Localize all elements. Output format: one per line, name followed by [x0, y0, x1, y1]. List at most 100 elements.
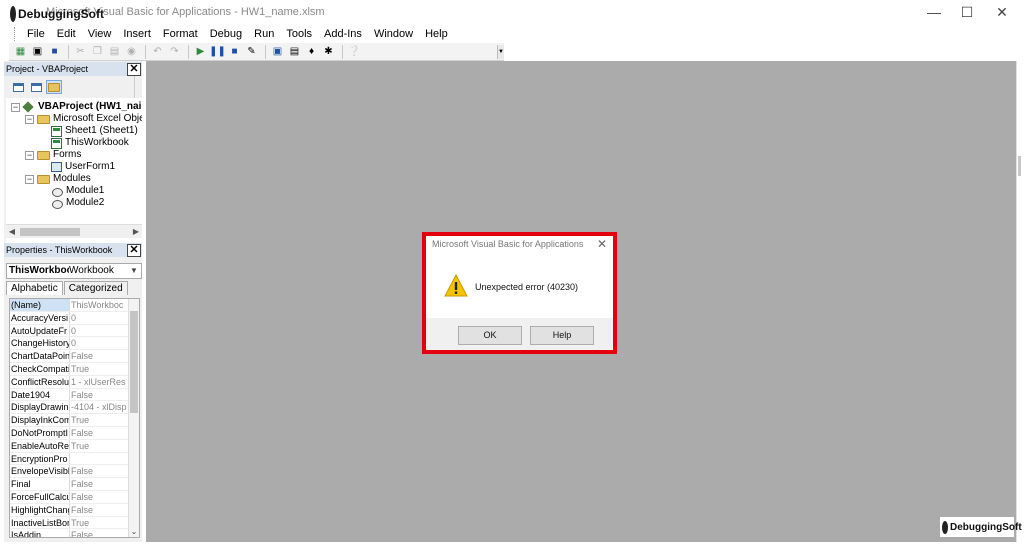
property-row[interactable]: EnableAutoRe True: [10, 439, 128, 453]
property-row[interactable]: Final False: [10, 478, 128, 491]
scroll-right-icon[interactable]: ▶: [131, 227, 141, 237]
property-value[interactable]: 1 - xlUserRes: [70, 376, 128, 388]
insert-userform-icon[interactable]: ▣: [30, 45, 45, 59]
chevron-down-icon[interactable]: ▼: [129, 264, 139, 278]
project-tree-hscrollbar[interactable]: ◀ ▶: [6, 224, 142, 238]
tab-categorized[interactable]: Categorized: [63, 281, 128, 295]
menu-format[interactable]: Format: [157, 28, 204, 40]
property-value[interactable]: 0: [70, 337, 128, 349]
property-row[interactable]: ForceFullCalcul False: [10, 491, 128, 504]
property-value[interactable]: False: [70, 478, 128, 490]
find-icon[interactable]: ◉: [124, 45, 139, 59]
property-row[interactable]: DisplayInkCom True: [10, 414, 128, 427]
scroll-thumb[interactable]: [130, 311, 138, 413]
close-window-button[interactable]: ✕: [984, 0, 1020, 24]
property-row[interactable]: ChartDataPoin False: [10, 350, 128, 363]
collapse-icon[interactable]: −: [25, 114, 34, 124]
property-row[interactable]: AutoUpdateFr 0: [10, 324, 128, 338]
menu-help[interactable]: Help: [419, 28, 454, 40]
scroll-thumb[interactable]: [20, 228, 80, 236]
right-scrollbar[interactable]: [1016, 61, 1024, 542]
design-mode-icon[interactable]: ✎: [244, 45, 259, 59]
menu-tools[interactable]: Tools: [280, 28, 318, 40]
property-row[interactable]: EnvelopeVisibl False: [10, 465, 128, 479]
menu-window[interactable]: Window: [368, 28, 419, 40]
cut-icon[interactable]: ✂: [73, 45, 88, 59]
property-value[interactable]: True: [70, 414, 128, 426]
menu-file[interactable]: File: [21, 28, 51, 40]
property-row[interactable]: IsAddin False: [10, 529, 128, 537]
property-value[interactable]: False: [70, 491, 128, 503]
tab-alphabetic[interactable]: Alphabetic: [6, 281, 63, 295]
menu-edit[interactable]: Edit: [51, 28, 82, 40]
property-row[interactable]: DisplayDrawing -4104 - xlDisp: [10, 401, 128, 415]
tree-node-sheet1[interactable]: Sheet1 (Sheet1): [51, 125, 138, 137]
reset-icon[interactable]: ■: [227, 45, 242, 59]
property-value[interactable]: False: [70, 504, 128, 516]
help-button[interactable]: Help: [530, 326, 594, 345]
object-selector[interactable]: ThisWorkboc Workbook ▼: [6, 263, 142, 279]
project-explorer-icon[interactable]: ▣: [270, 45, 285, 59]
property-row[interactable]: DoNotPromptI False: [10, 427, 128, 440]
property-row[interactable]: (Name) ThisWorkboc: [10, 299, 128, 312]
view-code-icon[interactable]: [10, 80, 26, 94]
menu-run[interactable]: Run: [248, 28, 280, 40]
view-object-icon[interactable]: [28, 80, 44, 94]
menu-view[interactable]: View: [82, 28, 118, 40]
scroll-down-icon[interactable]: ⌄: [129, 527, 139, 537]
toolbar-overflow-icon[interactable]: ▼: [497, 45, 504, 59]
save-icon[interactable]: ■: [47, 45, 62, 59]
menu-insert[interactable]: Insert: [117, 28, 157, 40]
right-scroll-thumb[interactable]: [1018, 156, 1021, 176]
ok-button[interactable]: OK: [458, 326, 522, 345]
copy-icon[interactable]: ❐: [90, 45, 105, 59]
help-icon[interactable]: ❔: [347, 45, 362, 59]
property-value[interactable]: True: [70, 517, 128, 529]
property-value[interactable]: [70, 453, 128, 465]
tree-node-forms[interactable]: − Forms: [25, 149, 81, 161]
properties-vscrollbar[interactable]: ⌄: [128, 299, 139, 537]
property-row[interactable]: InactiveListBor True: [10, 516, 128, 530]
tree-node-module1[interactable]: Module1: [51, 185, 104, 197]
maximize-button[interactable]: ☐: [949, 0, 985, 24]
paste-icon[interactable]: ▤: [107, 45, 122, 59]
properties-window-icon[interactable]: ▤: [287, 45, 302, 59]
property-row[interactable]: HighlightChang False: [10, 503, 128, 517]
property-row[interactable]: ConflictResolu 1 - xlUserRes: [10, 375, 128, 389]
property-value[interactable]: False: [70, 389, 128, 401]
collapse-icon[interactable]: −: [25, 150, 34, 160]
tree-node-vbaproject[interactable]: − VBAProject (HW1_nai: [11, 101, 141, 113]
toggle-folders-icon[interactable]: [46, 80, 62, 94]
break-icon[interactable]: ❚❚: [209, 45, 226, 59]
object-browser-icon[interactable]: ♦: [304, 45, 319, 59]
collapse-icon[interactable]: −: [11, 102, 20, 112]
property-value[interactable]: ThisWorkboc: [70, 299, 128, 311]
tree-node-module2[interactable]: Module2: [51, 197, 104, 209]
property-value[interactable]: False: [70, 350, 128, 362]
run-icon[interactable]: ▶: [193, 45, 208, 59]
property-value[interactable]: False: [70, 427, 128, 439]
property-value[interactable]: True: [70, 440, 128, 452]
redo-icon[interactable]: ↷: [167, 45, 182, 59]
property-value[interactable]: -4104 - xlDisp: [70, 401, 128, 413]
property-row[interactable]: ChangeHistory 0: [10, 337, 128, 351]
tree-node-userform1[interactable]: UserForm1: [51, 161, 115, 173]
minimize-button[interactable]: —: [916, 0, 952, 24]
property-row[interactable]: Date1904 False: [10, 388, 128, 402]
menu-add-ins[interactable]: Add-Ins: [318, 28, 368, 40]
project-toolbar-scroll[interactable]: [134, 76, 142, 98]
dialog-close-button[interactable]: ✕: [597, 237, 607, 251]
property-row[interactable]: CheckCompati True: [10, 363, 128, 376]
property-value[interactable]: 0: [70, 312, 128, 324]
scroll-left-icon[interactable]: ◀: [7, 227, 17, 237]
property-value[interactable]: True: [70, 363, 128, 375]
tree-node-thisworkbook[interactable]: ThisWorkbook: [51, 137, 129, 149]
excel-view-icon[interactable]: ▦: [13, 45, 28, 59]
tree-node-modules[interactable]: − Modules: [25, 173, 91, 185]
property-value[interactable]: False: [70, 529, 128, 537]
property-value[interactable]: False: [70, 465, 128, 477]
project-panel-close-button[interactable]: ✕: [127, 63, 141, 76]
undo-icon[interactable]: ↶: [150, 45, 165, 59]
tree-node-excel-objects[interactable]: − Microsoft Excel Objec: [25, 113, 142, 125]
property-row[interactable]: AccuracyVersi 0: [10, 311, 128, 325]
